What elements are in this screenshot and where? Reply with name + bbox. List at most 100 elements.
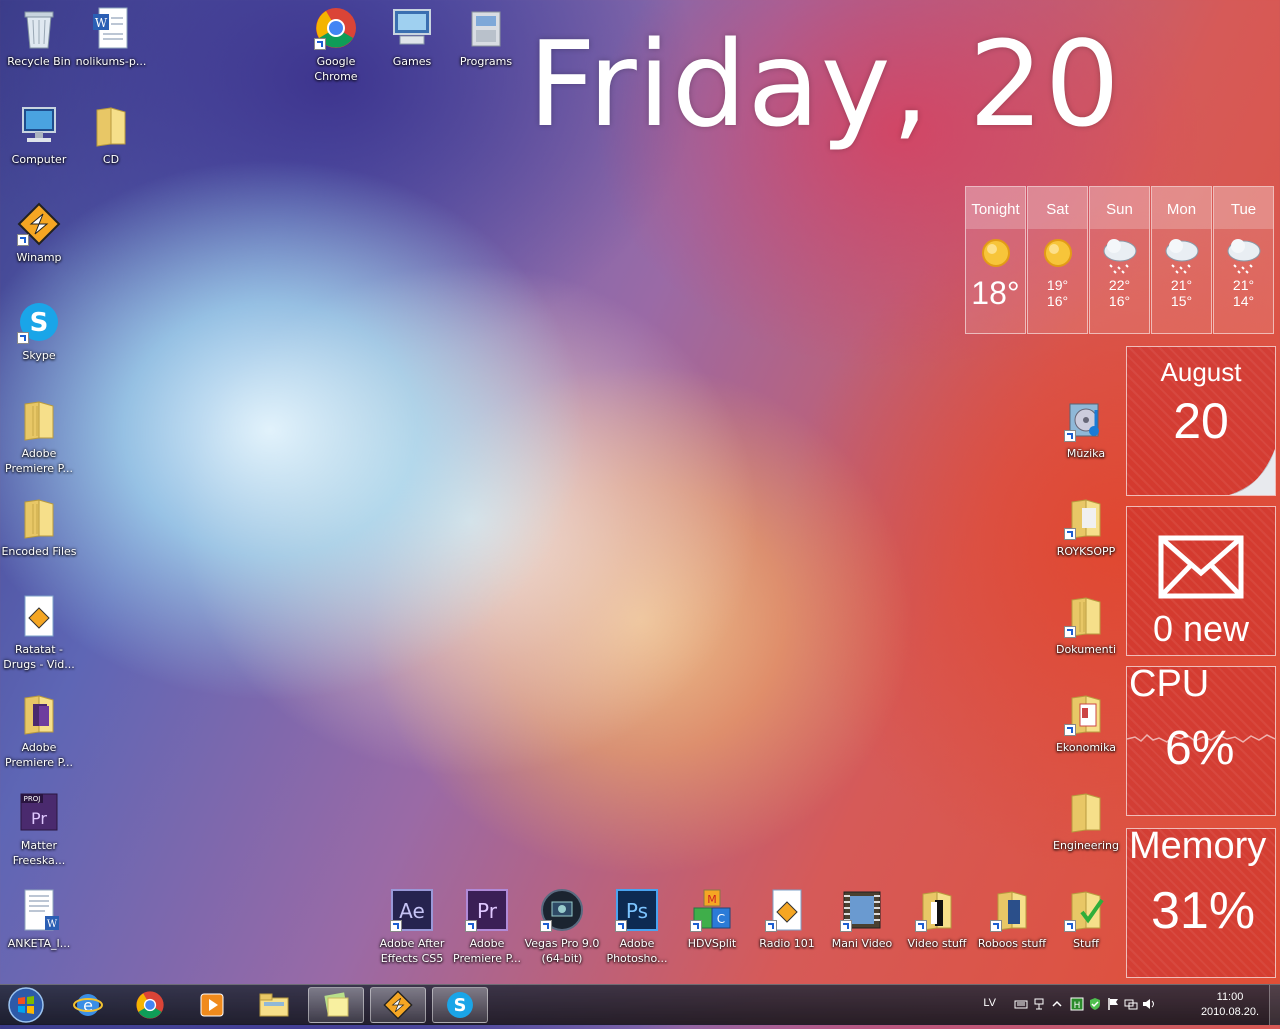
- desktop-icon-nolikums[interactable]: W nolikums-p...: [72, 6, 150, 69]
- desktop-icon-ekonomika[interactable]: Ekonomika: [1047, 692, 1125, 755]
- network-icon[interactable]: [1124, 997, 1138, 1011]
- desktop-icon-royksopp[interactable]: ROYKSOPP: [1047, 496, 1125, 559]
- clock[interactable]: 11:00 2010.08.20.: [1196, 990, 1264, 1020]
- svg-text:M: M: [707, 893, 717, 906]
- cpu-gadget[interactable]: CPU 6%: [1126, 666, 1276, 816]
- desktop-icon-after-effects[interactable]: Ae Adobe After Effects CS5: [373, 888, 451, 966]
- taskbar-chrome[interactable]: [122, 987, 178, 1023]
- weather-day-tonight: Tonight 18°: [965, 186, 1026, 334]
- desktop-icon-programs[interactable]: Programs: [447, 6, 525, 69]
- desktop-icon-premiere[interactable]: Pr Adobe Premiere P...: [448, 888, 526, 966]
- desktop-icon-computer[interactable]: Computer: [0, 104, 78, 167]
- media-player-icon: [200, 993, 224, 1017]
- desktop-icon-stuff[interactable]: Stuff: [1047, 888, 1125, 951]
- folder-icon: [915, 888, 959, 932]
- skype-icon: S: [17, 300, 61, 344]
- taskbar-skype[interactable]: S: [432, 987, 488, 1023]
- video-folder-icon: [840, 888, 884, 932]
- show-desktop-button[interactable]: [1269, 985, 1280, 1025]
- start-button[interactable]: [4, 985, 48, 1025]
- taskbar-sticky-notes[interactable]: [308, 987, 364, 1023]
- taskbar-internet-explorer[interactable]: e: [60, 987, 116, 1023]
- mail-gadget[interactable]: 0 new: [1126, 506, 1276, 656]
- svg-text:W: W: [47, 919, 58, 930]
- word-document-icon: W: [17, 888, 61, 932]
- desktop-icon-radio-101[interactable]: Radio 101: [748, 888, 826, 951]
- taskbar-explorer[interactable]: [246, 987, 302, 1023]
- weather-day-name: Sun: [1090, 187, 1149, 229]
- explorer-icon: [259, 993, 289, 1017]
- folder-icon: [1064, 594, 1108, 638]
- desktop-icon-matter-freeska[interactable]: PROJ Pr Matter Freeska...: [0, 790, 78, 868]
- desktop-icon-winamp[interactable]: Winamp: [0, 202, 78, 265]
- word-document-icon: W: [89, 6, 133, 50]
- weather-day-mon: Mon 21° 15°: [1151, 186, 1212, 334]
- shortcut-arrow-icon: [465, 920, 477, 932]
- desktop-icon-encoded-files[interactable]: Encoded Files: [0, 496, 78, 559]
- mail-count: 0 new: [1152, 608, 1250, 649]
- calendar-gadget[interactable]: August 20: [1126, 346, 1276, 496]
- desktop-icon-hdvsplit[interactable]: MC HDVSplit: [673, 888, 751, 951]
- folder-icon: [1064, 496, 1108, 540]
- vegas-icon: [540, 888, 584, 932]
- weather-gadget[interactable]: Tonight 18° Sat 19° 16° Sun 22° 16° Mon …: [965, 186, 1274, 334]
- computer-icon: [17, 104, 61, 148]
- svg-text:Pr: Pr: [31, 809, 47, 828]
- premiere-project-icon: PROJ Pr: [17, 790, 61, 834]
- volume-icon[interactable]: [1142, 997, 1156, 1011]
- action-center-flag-icon[interactable]: [1106, 997, 1120, 1011]
- memory-title: Memory: [1129, 828, 1267, 867]
- desktop-icon-roboos-stuff[interactable]: Roboos stuff: [973, 888, 1051, 951]
- programs-icon: [464, 6, 508, 50]
- windows-orb-icon: [8, 987, 44, 1023]
- desktop-icon-games[interactable]: Games: [373, 6, 451, 69]
- desktop-icon-muzika[interactable]: Mūzika: [1047, 398, 1125, 461]
- sticky-notes-icon: [324, 992, 349, 1017]
- snow-cloud-icon: [1098, 231, 1142, 275]
- desktop-icon-recycle-bin[interactable]: Recycle Bin: [0, 6, 78, 69]
- desktop-icon-mani-video[interactable]: Mani Video: [823, 888, 901, 951]
- clock-date: 2010.08.20.: [1200, 1006, 1260, 1018]
- keyboard-icon[interactable]: [1014, 997, 1028, 1011]
- taskbar-winamp[interactable]: [370, 987, 426, 1023]
- weather-day-name: Mon: [1152, 187, 1211, 229]
- weather-day-tue: Tue 21° 14°: [1213, 186, 1274, 334]
- desktop-icon-dokumenti[interactable]: Dokumenti: [1047, 594, 1125, 657]
- app-tray-green-icon[interactable]: H: [1070, 997, 1084, 1011]
- desktop-icon-adobe-premiere-folder[interactable]: Adobe Premiere P...: [0, 398, 78, 476]
- language-indicator[interactable]: LV: [983, 997, 996, 1009]
- taskbar-media-player[interactable]: [184, 987, 240, 1023]
- cpu-title: CPU: [1129, 666, 1210, 705]
- desktop-icon-skype[interactable]: S Skype: [0, 300, 78, 363]
- svg-text:Ps: Ps: [626, 899, 648, 923]
- desktop-icon-vegas-pro[interactable]: Vegas Pro 9.0 (64-bit): [523, 888, 601, 966]
- svg-text:W: W: [95, 16, 108, 30]
- security-shield-icon[interactable]: [1088, 997, 1102, 1011]
- envelope-icon: [1158, 535, 1244, 599]
- svg-text:Ae: Ae: [399, 899, 425, 923]
- shortcut-arrow-icon: [1064, 920, 1076, 932]
- desktop-icon-engineering[interactable]: Engineering: [1047, 790, 1125, 853]
- memory-gadget[interactable]: Memory 31%: [1126, 828, 1276, 978]
- desktop-icon-ratatat[interactable]: Ratatat - Drugs - Vid...: [0, 594, 78, 672]
- desktop-icon-cd[interactable]: CD: [72, 104, 150, 167]
- weather-current-temp: 18°: [971, 275, 1020, 311]
- desktop-icon-anketa[interactable]: W ANKETA_I...: [0, 888, 78, 951]
- folder-check-icon: [1064, 888, 1108, 932]
- shortcut-arrow-icon: [615, 920, 627, 932]
- chrome-icon: [314, 6, 358, 50]
- show-hidden-icons-icon[interactable]: [1050, 997, 1064, 1011]
- desktop-icon-adobe-premiere-folder-2[interactable]: Adobe Premiere P...: [0, 692, 78, 770]
- svg-text:S: S: [454, 996, 467, 1016]
- premiere-icon: Pr: [465, 888, 509, 932]
- weather-low-temp: 16°: [1046, 293, 1069, 309]
- desktop-icon-video-stuff[interactable]: Video stuff: [898, 888, 976, 951]
- desktop-icon-google-chrome[interactable]: Google Chrome: [297, 6, 375, 84]
- folder-icon: [990, 888, 1034, 932]
- weather-high-temp: 19°: [1046, 277, 1069, 293]
- folder-icon: [17, 496, 61, 540]
- shortcut-arrow-icon: [1064, 528, 1076, 540]
- network-adapter-icon[interactable]: [1032, 997, 1046, 1011]
- system-tray: LV H 11:00 2010.08.20.: [962, 985, 1272, 1025]
- desktop-icon-photoshop[interactable]: Ps Adobe Photosho...: [598, 888, 676, 966]
